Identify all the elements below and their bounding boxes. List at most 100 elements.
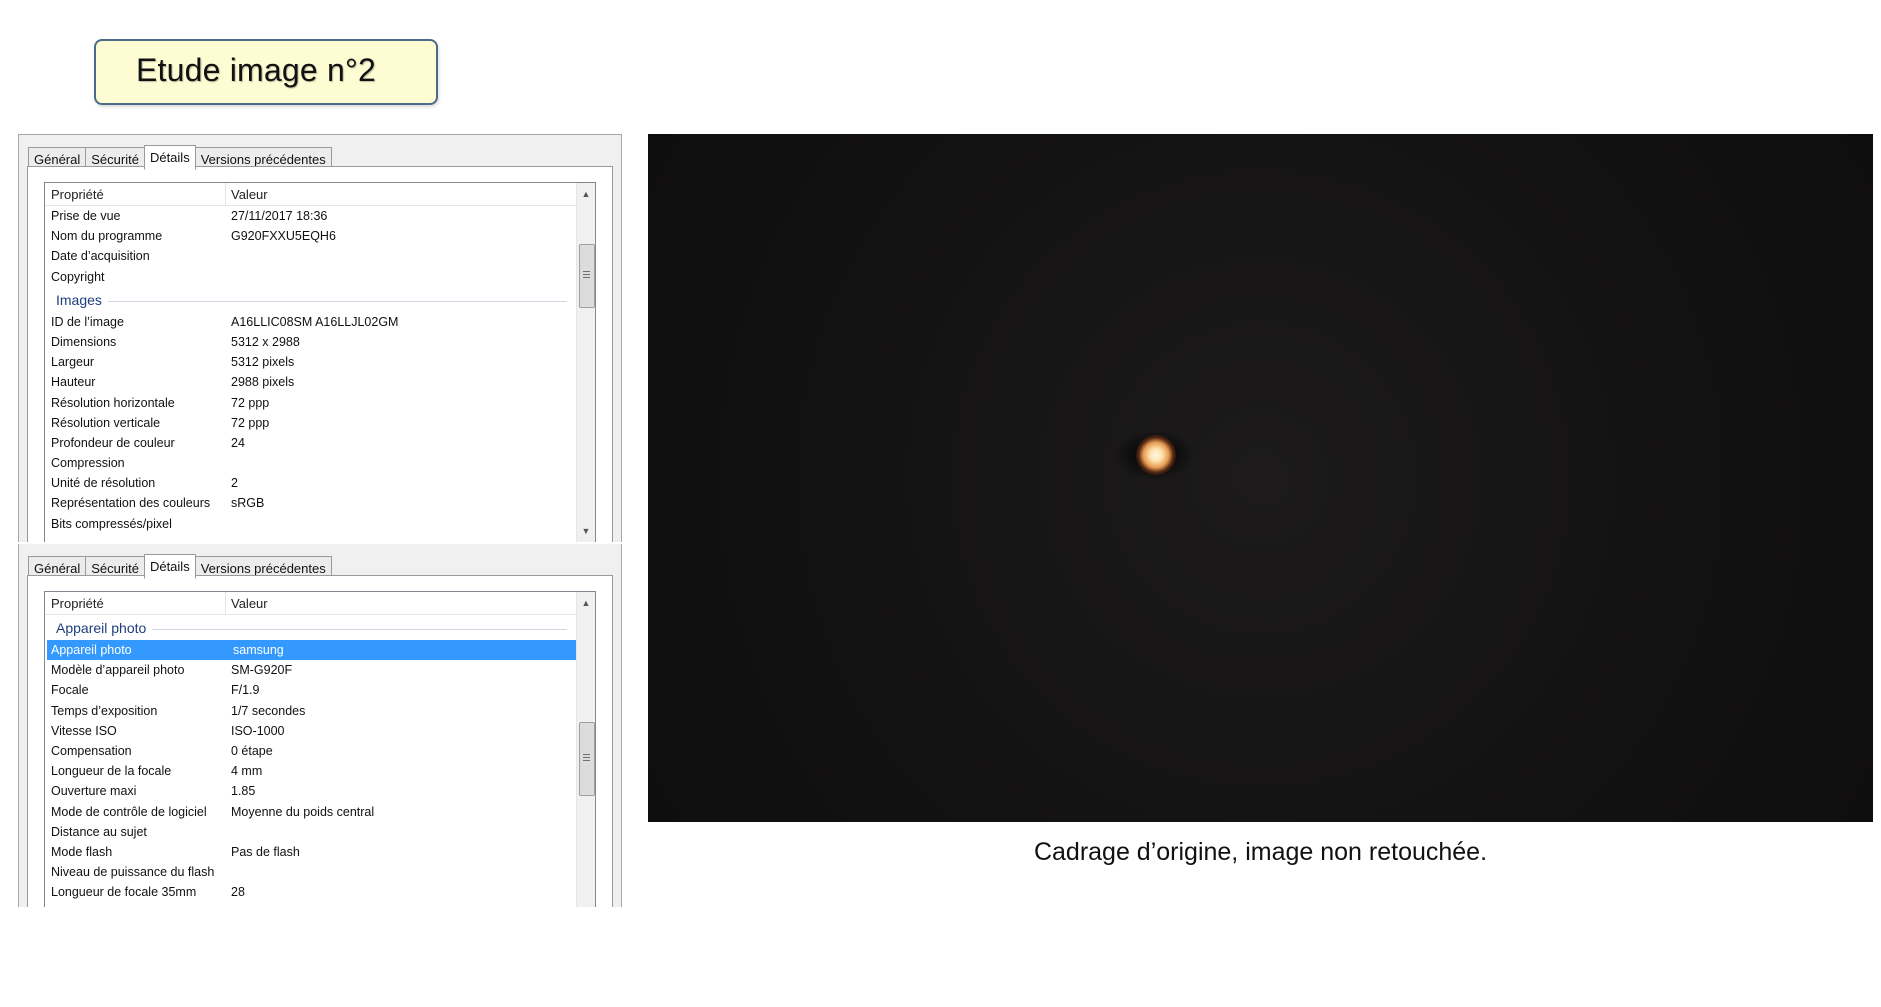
tab-strip: Général Sécurité Détails Versions précéd… — [28, 145, 332, 170]
property-name: Temps d’exposition — [51, 703, 158, 718]
property-name: Compression — [51, 456, 125, 471]
group-divider — [152, 629, 567, 630]
property-row[interactable]: Nom du programme G920FXXU5EQH6 — [45, 226, 577, 246]
property-row[interactable]: Ouverture maxi 1.85 — [45, 781, 577, 801]
property-name: Appareil photo — [51, 643, 132, 657]
property-value: Pas de flash — [231, 844, 300, 859]
scroll-thumb[interactable] — [579, 722, 595, 796]
tab-strip: Général Sécurité Détails Versions précéd… — [28, 554, 332, 579]
property-row[interactable]: Représentation des couleurs sRGB — [45, 493, 577, 513]
property-row[interactable]: Résolution verticale 72 ppp — [45, 413, 577, 433]
properties-list[interactable]: Propriété Valeur Appareil photo Appareil … — [44, 591, 596, 907]
property-row[interactable]: Date d’acquisition — [45, 246, 577, 266]
property-name: Compensation — [51, 743, 132, 758]
property-row[interactable]: Mode de contrôle de logiciel Moyenne du p… — [45, 802, 577, 822]
property-value: 1.85 — [231, 784, 256, 799]
property-row[interactable]: Distance au sujet — [45, 822, 577, 842]
property-name: Unité de résolution — [51, 476, 156, 491]
details-tab-page: Propriété Valeur Appareil photo Appareil … — [27, 575, 613, 907]
details-tab-page: Propriété Valeur Prise de vue 27/11/2017 … — [27, 166, 613, 542]
property-name: Profondeur de couleur — [51, 435, 175, 450]
column-divider[interactable] — [225, 183, 226, 205]
tab-details[interactable]: Détails — [143, 145, 196, 170]
property-name: Mode de contrôle de logiciel — [51, 804, 207, 819]
property-row[interactable]: Longueur de la focale 4 mm — [45, 761, 577, 781]
column-divider[interactable] — [225, 592, 226, 614]
photo-caption: Cadrage d’origine, image non retouchée. — [1033, 838, 1488, 866]
property-row[interactable]: Copyright — [45, 267, 577, 287]
property-value: 5312 pixels — [231, 355, 295, 370]
property-value: 1/7 secondes — [231, 703, 306, 718]
property-value: 24 — [231, 435, 245, 450]
property-value: 72 ppp — [231, 395, 270, 410]
property-name: Bits compressés/pixel — [51, 516, 172, 531]
column-header-value[interactable]: Valeur — [231, 596, 268, 611]
property-row[interactable]: Profondeur de couleur 24 — [45, 433, 577, 453]
property-name: Date d’acquisition — [51, 249, 150, 264]
property-row[interactable]: Largeur 5312 pixels — [45, 352, 577, 372]
property-row[interactable]: Modèle d’appareil photo SM-G920F — [45, 660, 577, 680]
property-name: Vitesse ISO — [51, 723, 117, 738]
property-value: samsung — [233, 643, 284, 657]
property-row[interactable]: Résolution horizontale 72 ppp — [45, 393, 577, 413]
column-header: Propriété Valeur — [45, 592, 577, 615]
property-row[interactable]: Appareil photo samsung — [47, 640, 577, 661]
property-row[interactable]: Compensation 0 étape — [45, 741, 577, 761]
property-row[interactable]: Longueur de focale 35mm 28 — [45, 882, 577, 902]
property-value: 27/11/2017 18:36 — [231, 209, 328, 223]
scroll-up-arrow-icon[interactable]: ▲ — [577, 594, 595, 612]
property-name: Prise de vue — [51, 209, 121, 223]
property-value: G920FXXU5EQH6 — [231, 229, 336, 244]
property-value: 4 mm — [231, 764, 263, 779]
group-label: Images — [56, 291, 102, 308]
column-header-value[interactable]: Valeur — [231, 187, 268, 202]
page-title: Etude image n°2 — [136, 52, 376, 88]
property-value: 2988 pixels — [231, 375, 295, 390]
scroll-up-arrow-icon[interactable]: ▲ — [577, 185, 595, 203]
property-row[interactable]: ID de l’image A16LLIC08SM A16LLJL02GM — [45, 312, 577, 332]
column-header-property[interactable]: Propriété — [51, 596, 104, 611]
property-name: Ouverture maxi — [51, 784, 137, 799]
property-group-header: Images — [45, 287, 577, 312]
property-row[interactable]: Vitesse ISO ISO-1000 — [45, 721, 577, 741]
property-value: A16LLIC08SM A16LLJL02GM — [231, 314, 399, 329]
property-row[interactable]: Prise de vue 27/11/2017 18:36 — [45, 206, 577, 226]
scroll-thumb[interactable] — [579, 244, 595, 308]
property-row[interactable]: Focale F/1.9 — [45, 680, 577, 700]
property-value: sRGB — [231, 496, 265, 511]
properties-panel-top: Général Sécurité Détails Versions précéd… — [18, 134, 622, 542]
property-name: Mode flash — [51, 844, 113, 859]
properties-list[interactable]: Propriété Valeur Prise de vue 27/11/2017 … — [44, 182, 596, 542]
property-name: Copyright — [51, 269, 105, 284]
property-row[interactable]: Temps d’exposition 1/7 secondes — [45, 701, 577, 721]
property-name: Focale — [51, 683, 89, 698]
property-value: 72 ppp — [231, 415, 270, 430]
property-rows: Prise de vue 27/11/2017 18:36 Nom du progr… — [45, 206, 577, 534]
property-name: Représentation des couleurs — [51, 496, 211, 511]
property-row[interactable]: Mode flash Pas de flash — [45, 842, 577, 862]
property-name: Résolution verticale — [51, 415, 161, 430]
property-name: Hauteur — [51, 375, 96, 390]
property-row[interactable]: Dimensions 5312 x 2988 — [45, 332, 577, 352]
property-name: Résolution horizontale — [51, 395, 175, 410]
property-row[interactable]: Niveau de puissance du flash — [45, 862, 577, 882]
property-row[interactable]: Hauteur 2988 pixels — [45, 372, 577, 392]
property-value: 5312 x 2988 — [231, 334, 300, 349]
vertical-scrollbar[interactable]: ▲ ▼ — [576, 183, 595, 542]
property-name: ID de l’image — [51, 314, 124, 329]
property-value: F/1.9 — [231, 683, 260, 698]
column-header-property[interactable]: Propriété — [51, 187, 104, 202]
property-row[interactable]: Compression — [45, 453, 577, 473]
group-divider — [108, 300, 567, 302]
property-name: Dimensions — [51, 334, 117, 349]
property-row[interactable]: Unité de résolution 2 — [45, 473, 577, 493]
property-row[interactable]: Bits compressés/pixel — [45, 514, 577, 534]
vertical-scrollbar[interactable]: ▲ — [576, 592, 595, 907]
night-sky-photo — [648, 134, 1873, 822]
property-group-header: Appareil photo — [45, 615, 577, 640]
column-header: Propriété Valeur — [45, 183, 577, 206]
property-name: Largeur — [51, 355, 95, 370]
property-name: Longueur de focale 35mm — [51, 885, 197, 900]
tab-details[interactable]: Détails — [143, 554, 196, 579]
scroll-down-arrow-icon[interactable]: ▼ — [577, 522, 595, 540]
